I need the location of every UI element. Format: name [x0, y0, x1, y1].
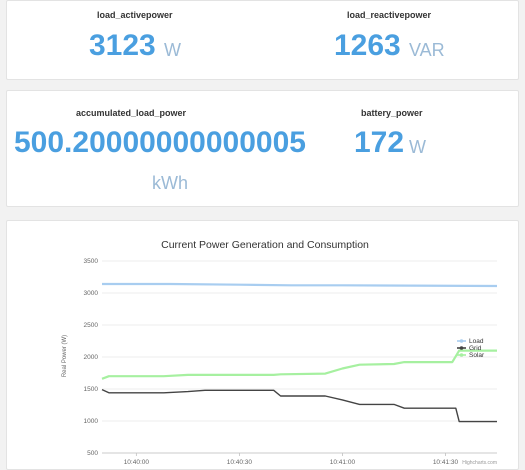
metrics-card-top: load_activepower 3123 W load_reactivepow… — [6, 0, 519, 80]
chart-legend[interactable]: LoadGridSolar — [457, 338, 485, 359]
chart-gridlines — [102, 260, 497, 454]
battery-power-label: battery_power — [361, 108, 423, 118]
x-tick-label: 10:40:30 — [227, 459, 253, 466]
accumulated-load-power-unit: kWh — [152, 173, 188, 193]
y-tick-label: 1000 — [84, 418, 99, 425]
load-activepower-value: 3123 — [89, 29, 156, 62]
y-tick-label: 3000 — [84, 290, 99, 297]
load-reactivepower-unit: VAR — [409, 40, 445, 60]
metrics-card-middle: accumulated_load_power 500.2000000000000… — [6, 90, 519, 207]
power-chart: Current Power Generation and Consumption… — [62, 239, 498, 466]
accumulated-load-power-value: 500.20000000000005 — [14, 126, 306, 159]
chart-series — [101, 282, 498, 423]
legend-marker-solar — [459, 353, 464, 357]
x-axis-ticks: 10:40:00 10:40:30 10:41:00 10:41:30 — [124, 453, 459, 466]
x-tick-label: 10:40:00 — [124, 459, 150, 466]
y-tick-label: 2500 — [84, 322, 99, 329]
x-tick-label: 10:41:30 — [433, 459, 459, 466]
battery-power-unit: W — [409, 137, 426, 157]
y-tick-label: 1500 — [84, 386, 99, 393]
y-tick-label: 3500 — [84, 258, 99, 265]
load-activepower-label: load_activepower — [97, 10, 173, 20]
x-tick-label: 10:41:00 — [330, 459, 356, 466]
y-axis-ticks: 500 1000 1500 2000 2500 3000 3500 — [84, 258, 99, 457]
chart-credit[interactable]: Highcharts.com — [462, 460, 497, 466]
legend-item-solar[interactable]: Solar — [469, 352, 485, 359]
load-reactivepower-value: 1263 — [334, 29, 401, 62]
legend-item-load[interactable]: Load — [469, 338, 484, 345]
y-tick-label: 2000 — [84, 354, 99, 361]
series-line-load — [102, 282, 498, 288]
series-line-solar — [101, 349, 497, 380]
legend-marker-load — [459, 339, 464, 343]
load-reactivepower-label: load_reactivepower — [347, 10, 432, 20]
legend-marker-grid — [459, 346, 464, 350]
series-line-grid — [101, 388, 497, 423]
load-activepower-unit: W — [164, 40, 181, 60]
legend-item-grid[interactable]: Grid — [469, 345, 482, 352]
accumulated-load-power-label: accumulated_load_power — [76, 108, 187, 118]
chart-title: Current Power Generation and Consumption — [161, 239, 369, 251]
y-axis-label: Real Power (W) — [62, 335, 68, 377]
battery-power-value: 172 — [354, 126, 405, 159]
chart-card: Current Power Generation and Consumption… — [6, 220, 519, 470]
y-tick-label: 500 — [87, 450, 98, 457]
